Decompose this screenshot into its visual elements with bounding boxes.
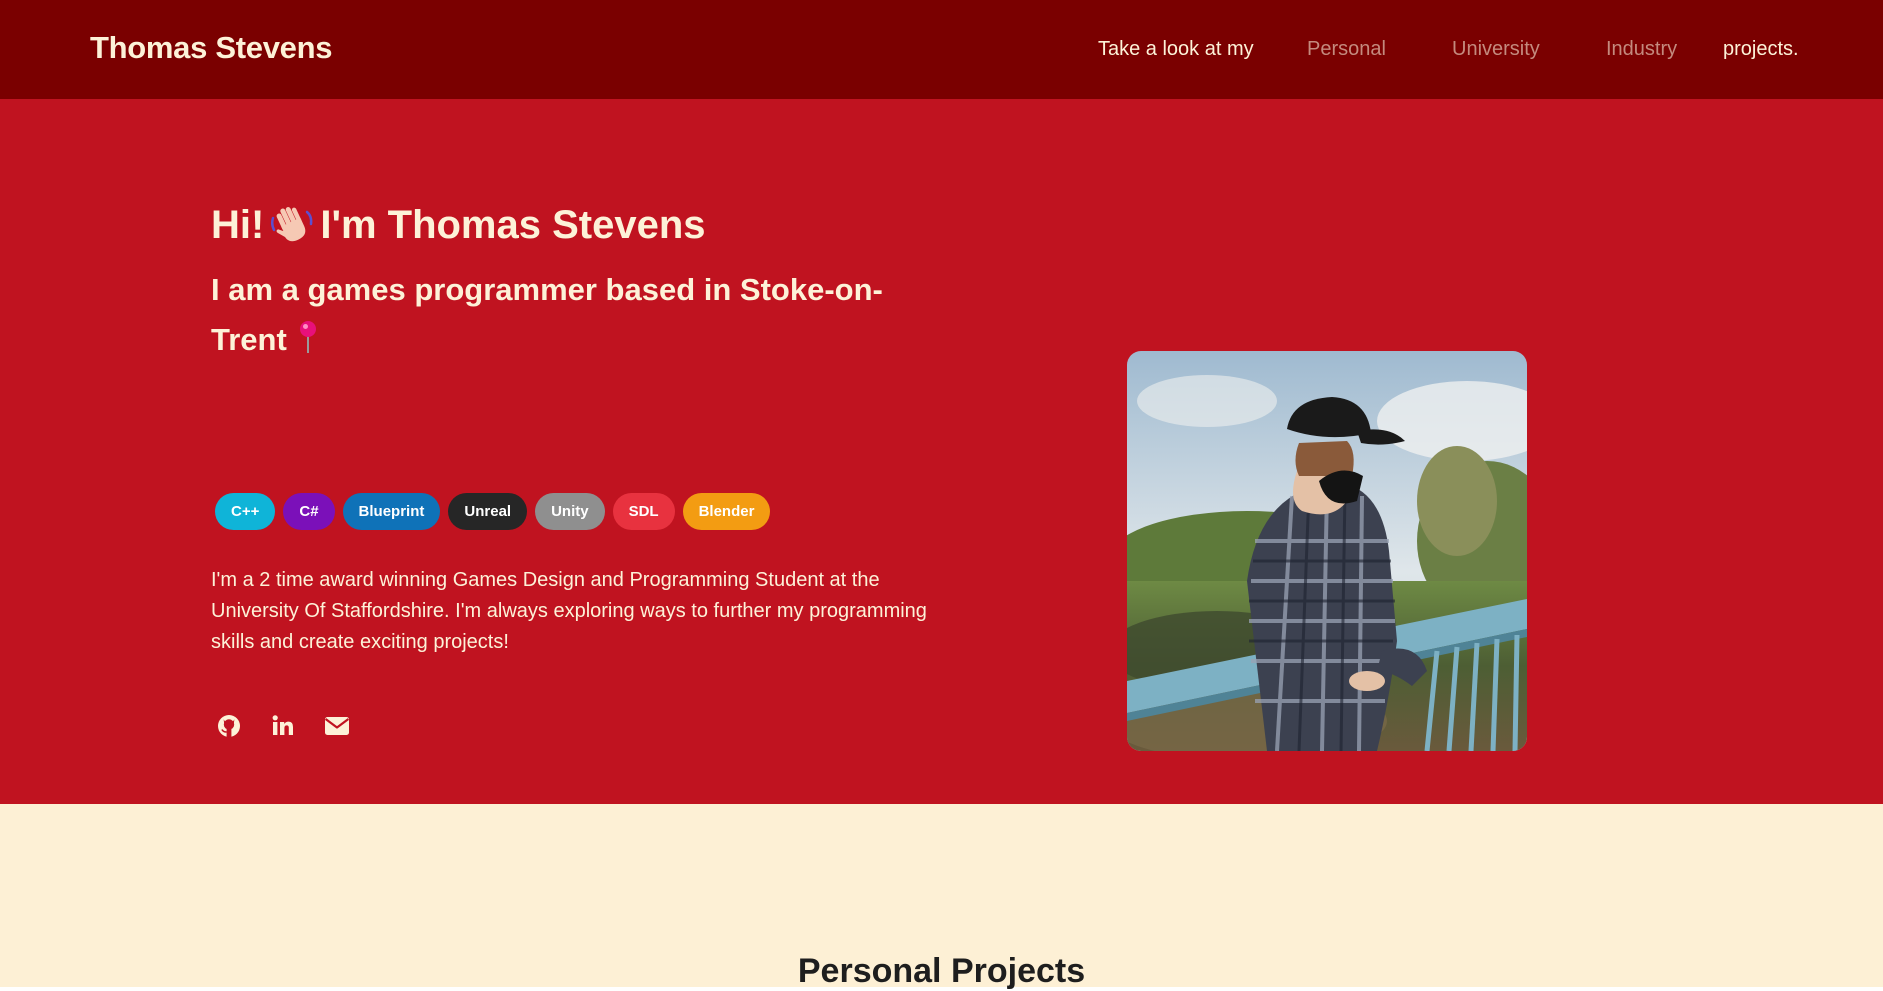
linkedin-icon — [272, 715, 293, 735]
tagline-heading: I am a games programmer based in Stoke-o… — [211, 265, 931, 365]
skill-badge-csharp: C# — [283, 493, 335, 530]
hero-section: Hi! I'm Thomas Stevens I am a games prog… — [0, 99, 1883, 804]
envelope-icon — [324, 717, 350, 735]
github-link[interactable] — [214, 711, 244, 741]
skill-badge-sdl: SDL — [612, 493, 675, 530]
greeting-heading: Hi! I'm Thomas Stevens — [211, 203, 706, 248]
navbar: Thomas Stevens Take a look at my Persona… — [0, 0, 1883, 99]
nav-link-personal[interactable]: Personal — [1307, 38, 1386, 61]
skill-badge-unity: Unity — [535, 493, 605, 530]
greeting-hi: Hi! — [211, 203, 265, 247]
skill-badge-blueprint: Blueprint — [342, 493, 441, 530]
social-links — [214, 711, 352, 741]
skill-badges: C++ C# Blueprint Unreal Unity SDL Blende… — [215, 493, 771, 530]
skill-badge-blender: Blender — [682, 493, 771, 530]
projects-section: Personal Projects — [0, 804, 1883, 990]
nav-link-university[interactable]: University — [1452, 38, 1540, 61]
nav-prefix-text: Take a look at my — [1098, 38, 1254, 60]
github-icon — [218, 715, 240, 737]
nav-suffix-text: projects. — [1723, 38, 1799, 60]
personal-projects-heading: Personal Projects — [797, 952, 1086, 990]
greeting-name: I'm Thomas Stevens — [320, 203, 706, 247]
email-link[interactable] — [322, 711, 352, 741]
waving-hand-icon — [271, 207, 313, 242]
profile-photo-image — [1127, 351, 1527, 751]
linkedin-link[interactable] — [268, 711, 298, 741]
profile-photo — [1127, 351, 1527, 751]
bio-paragraph: I'm a 2 time award winning Games Design … — [211, 569, 927, 653]
skill-badge-cpp: C++ — [215, 493, 276, 530]
round-pushpin-icon — [299, 321, 316, 353]
brand-link[interactable]: Thomas Stevens — [90, 30, 332, 66]
skill-badge-unreal: Unreal — [448, 493, 528, 530]
nav-link-industry[interactable]: Industry — [1606, 38, 1677, 61]
